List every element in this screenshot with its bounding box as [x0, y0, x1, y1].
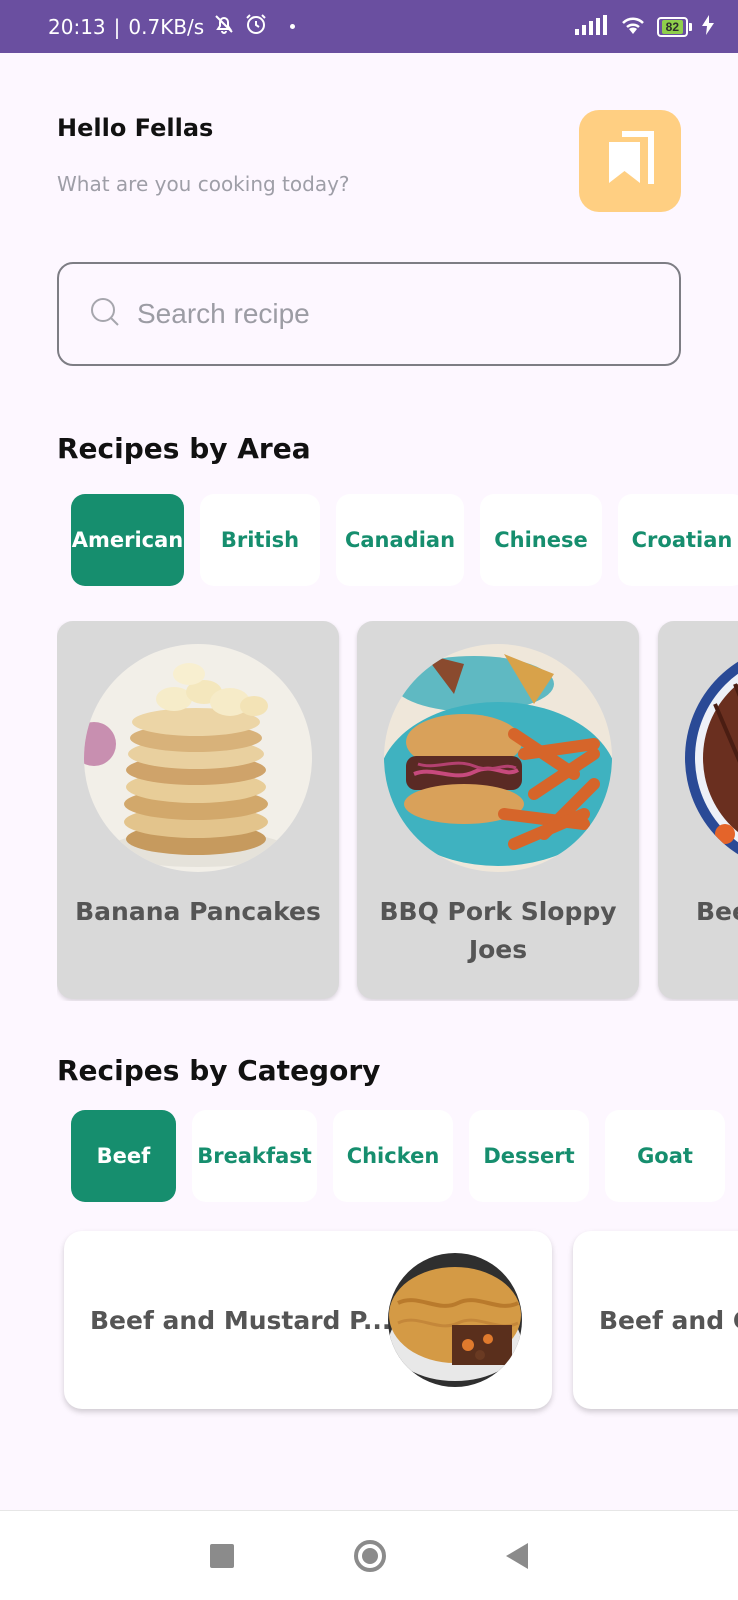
recents-icon[interactable]	[210, 1543, 234, 1568]
search-icon	[89, 296, 121, 332]
recipe-image	[388, 1253, 522, 1387]
area-chip-canadian[interactable]: Canadian	[336, 494, 464, 586]
recipe-card[interactable]: Beef and C	[573, 1231, 738, 1409]
area-chip-american[interactable]: American	[71, 494, 184, 586]
category-chip-chicken[interactable]: Chicken	[333, 1110, 453, 1202]
back-icon[interactable]	[506, 1542, 528, 1569]
category-recipes-carousel[interactable]: Beef and Mustard P... Beef and C	[57, 1225, 738, 1425]
wifi-icon	[619, 14, 647, 40]
home-icon[interactable]	[354, 1539, 386, 1572]
greeting: Hello Fellas	[57, 114, 214, 142]
clock: 20:13	[48, 14, 106, 39]
recipe-title: Bee	[696, 897, 738, 926]
recipe-image	[384, 644, 612, 872]
battery-body: 82	[656, 16, 688, 37]
status-right: 82	[574, 14, 714, 40]
recipe-card[interactable]: Beef and Mustard P...	[64, 1231, 552, 1409]
recipe-card[interactable]: Bee	[658, 621, 738, 999]
recipe-card[interactable]: Banana Pancakes	[57, 621, 339, 999]
recipe-title: Beef and Mustard P...	[90, 1305, 392, 1335]
area-chip-chinese[interactable]: Chinese	[480, 494, 602, 586]
system-nav-bar	[0, 1510, 738, 1600]
bookmark-icon	[604, 131, 656, 191]
subtitle: What are you cooking today?	[57, 172, 350, 196]
bookmarks-button[interactable]	[579, 110, 681, 212]
category-chip-goat[interactable]: Goat	[605, 1110, 725, 1202]
recipe-image	[84, 644, 312, 872]
mute-bell-icon	[212, 12, 236, 41]
category-chip-breakfast[interactable]: Breakfast	[192, 1110, 317, 1202]
search-input[interactable]	[137, 298, 617, 330]
area-chips: American British Canadian Chinese Croati…	[71, 494, 738, 586]
recipe-image	[685, 644, 738, 872]
area-recipes-carousel[interactable]: Banana Pancakes BBQ Pork Sloppy Joes Be	[57, 621, 738, 1001]
battery-icon: 82	[656, 16, 692, 37]
battery-level: 82	[661, 19, 683, 34]
category-chip-dessert[interactable]: Dessert	[469, 1110, 589, 1202]
category-section-title: Recipes by Category	[57, 1054, 381, 1087]
alarm-icon	[244, 12, 268, 41]
search-box[interactable]	[57, 262, 681, 366]
status-bar: 20:13 | 0.7KB/s 82	[0, 0, 738, 53]
charging-icon	[702, 14, 714, 39]
area-section-title: Recipes by Area	[57, 432, 311, 465]
recipe-card[interactable]: BBQ Pork Sloppy Joes	[357, 621, 639, 999]
battery-tip	[689, 22, 692, 31]
area-chip-croatian[interactable]: Croatian	[618, 494, 738, 586]
recipe-title: BBQ Pork Sloppy Joes	[379, 897, 617, 964]
status-left: 20:13 | 0.7KB/s	[48, 12, 296, 41]
category-chip-beef[interactable]: Beef	[71, 1110, 176, 1202]
area-chip-british[interactable]: British	[200, 494, 320, 586]
status-separator: |	[113, 14, 121, 39]
home-icon-dot	[362, 1547, 378, 1564]
signal-icon	[574, 14, 609, 39]
category-chips: Beef Breakfast Chicken Dessert Goat	[71, 1110, 738, 1202]
recipe-title: Beef and C	[599, 1305, 738, 1335]
notification-dot	[290, 24, 296, 29]
recipe-title: Banana Pancakes	[75, 897, 321, 926]
network-speed: 0.7KB/s	[128, 14, 205, 39]
